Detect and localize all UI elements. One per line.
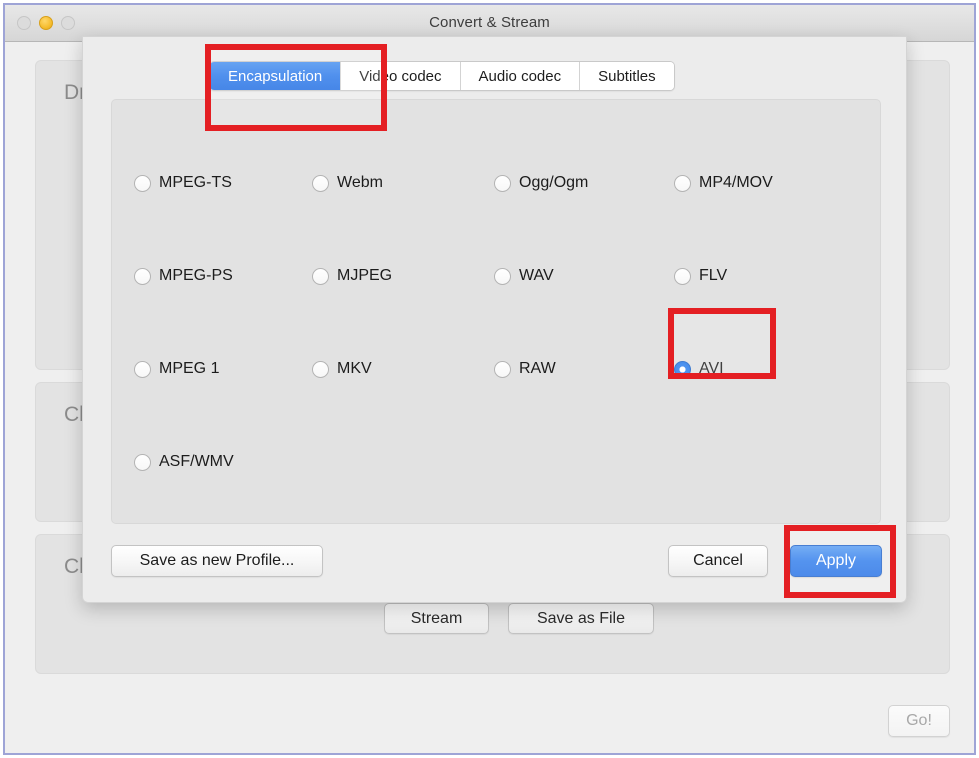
sheet-tab-bar: Encapsulation Video codec Audio codec Subti…	[209, 61, 675, 91]
radio-button-icon-avi[interactable]	[674, 360, 691, 378]
radio-button-icon-mpeg-ps[interactable]	[134, 267, 151, 285]
radio-option-mkv[interactable]: MKV	[312, 360, 372, 378]
radio-option-mpeg-1[interactable]: MPEG 1	[134, 360, 219, 378]
radio-option-ogg-ogm[interactable]: Ogg/Ogm	[494, 174, 588, 192]
radio-button-icon-ogg-ogm[interactable]	[494, 174, 511, 192]
radio-button-icon-mjpeg[interactable]	[312, 267, 329, 285]
tab-encapsulation[interactable]: Encapsulation	[210, 62, 342, 90]
radio-label-mpeg-ts: MPEG-TS	[159, 174, 232, 191]
convert-and-stream-window: Convert & Stream Dr Ch Ch Stream Save as…	[3, 3, 976, 755]
profile-edit-sheet: Encapsulation Video codec Audio codec Subti…	[82, 36, 907, 603]
radio-label-mpeg-1: MPEG 1	[159, 360, 220, 377]
radio-option-avi[interactable]: AVI	[674, 360, 724, 378]
radio-label-avi: AVI	[699, 360, 724, 377]
tab-audio-codec[interactable]: Audio codec	[460, 62, 581, 90]
radio-label-flv: FLV	[699, 267, 728, 284]
radio-option-mp4-mov[interactable]: MP4/MOV	[674, 174, 773, 192]
radio-button-icon-wav[interactable]	[494, 267, 511, 285]
radio-label-webm: Webm	[337, 174, 383, 191]
radio-button-icon-mkv[interactable]	[312, 360, 329, 378]
go-button[interactable]: Go!	[888, 705, 950, 737]
radio-option-flv[interactable]: FLV	[674, 267, 727, 285]
radio-option-mjpeg[interactable]: MJPEG	[312, 267, 392, 285]
radio-label-asf-wmv: ASF/WMV	[159, 453, 234, 470]
radio-option-raw[interactable]: RAW	[494, 360, 556, 378]
radio-label-mp4-mov: MP4/MOV	[699, 174, 773, 191]
radio-label-wav: WAV	[519, 267, 554, 284]
radio-label-ogg-ogm: Ogg/Ogm	[519, 174, 589, 191]
radio-button-icon-asf-wmv[interactable]	[134, 453, 151, 471]
tab-subtitles[interactable]: Subtitles	[580, 62, 674, 90]
radio-label-raw: RAW	[519, 360, 556, 377]
stream-button[interactable]: Stream	[384, 603, 489, 634]
radio-option-mpeg-ts[interactable]: MPEG-TS	[134, 174, 232, 192]
encapsulation-options-panel: MPEG-TS Webm Ogg/Ogm MP4/MOV MPEG-PS MJPEG WAV…	[111, 99, 881, 524]
encapsulation-radio-group: MPEG-TS Webm Ogg/Ogm MP4/MOV MPEG-PS MJPEG WAV…	[112, 100, 880, 523]
radio-button-icon-flv[interactable]	[674, 267, 691, 285]
save-as-file-button[interactable]: Save as File	[508, 603, 654, 634]
radio-label-mkv: MKV	[337, 360, 372, 377]
radio-label-mjpeg: MJPEG	[337, 267, 393, 284]
save-as-new-profile-button[interactable]: Save as new Profile...	[111, 545, 323, 577]
apply-button[interactable]: Apply	[790, 545, 882, 577]
radio-button-icon-webm[interactable]	[312, 174, 329, 192]
radio-option-mpeg-ps[interactable]: MPEG-PS	[134, 267, 233, 285]
window-title: Convert & Stream	[429, 14, 550, 31]
radio-option-wav[interactable]: WAV	[494, 267, 554, 285]
radio-label-mpeg-ps: MPEG-PS	[159, 267, 233, 284]
radio-option-webm[interactable]: Webm	[312, 174, 383, 192]
radio-button-icon-mp4-mov[interactable]	[674, 174, 691, 192]
radio-button-icon-raw[interactable]	[494, 360, 511, 378]
cancel-button[interactable]: Cancel	[668, 545, 768, 577]
radio-button-icon-mpeg-ts[interactable]	[134, 174, 151, 192]
tab-video-codec[interactable]: Video codec	[341, 62, 461, 90]
radio-button-icon-mpeg-1[interactable]	[134, 360, 151, 378]
radio-option-asf-wmv[interactable]: ASF/WMV	[134, 453, 234, 471]
